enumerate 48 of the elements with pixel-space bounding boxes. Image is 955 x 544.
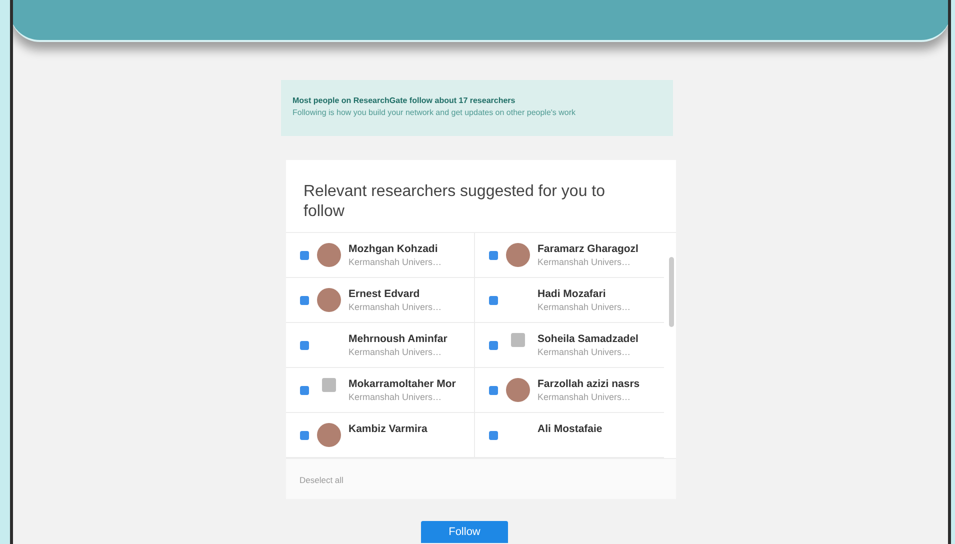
researcher-affiliation: Kermanshah Univers…	[538, 392, 632, 402]
researcher-item[interactable]: Ernest Edvard Kermanshah Univers…	[286, 278, 474, 324]
researcher-affiliation: Kermanshah Univers…	[538, 257, 632, 268]
avatar-placeholder	[316, 243, 340, 268]
researcher-affiliation: Kermanshah Univers…	[538, 347, 632, 358]
scrollbar[interactable]	[668, 257, 674, 328]
checkbox[interactable]	[300, 431, 308, 440]
researcher-affiliation: Kermanshah Univers…	[348, 257, 442, 268]
researcher-item[interactable]: Soheila Samadzadel Kermanshah Univers…	[474, 323, 664, 368]
checkbox[interactable]	[300, 386, 308, 396]
avatar-placeholder	[316, 288, 340, 312]
researcher-affiliation: Kermanshah Univers…	[348, 392, 443, 402]
avatar-placeholder	[506, 378, 530, 402]
card-title: Relevant researchers suggested for you to follow	[302, 182, 606, 222]
checkbox[interactable]	[488, 296, 498, 306]
avatar-placeholder	[316, 423, 340, 448]
checkbox[interactable]	[300, 296, 308, 306]
researcher-item[interactable]: Faramarz Gharagozl Kermanshah Univers…	[474, 233, 664, 278]
avatar-placeholder	[506, 243, 530, 268]
researcher-affiliation: Kermanshah Univers…	[538, 302, 631, 312]
researcher-name[interactable]: Mehrnoush Aminfar	[348, 333, 448, 346]
researcher-affiliation: Kermanshah Univers…	[348, 347, 443, 358]
checkbox[interactable]	[488, 251, 498, 260]
notice-title: Most people on ResearchGate follow about 17 researchers	[292, 96, 516, 105]
checkbox[interactable]	[300, 341, 308, 350]
researcher-name[interactable]: Mokarramoltaher Mor	[348, 378, 456, 390]
checkbox[interactable]	[488, 341, 498, 350]
researcher-name[interactable]: Kambiz Varmira	[348, 423, 428, 436]
follow-button[interactable]: Follow	[420, 521, 508, 544]
notice-text: Following is how you build your network and get updates on other people's work	[292, 108, 577, 118]
researcher-name[interactable]: Farzollah azizi nasrs	[538, 378, 640, 390]
checkbox[interactable]	[488, 431, 498, 440]
researcher-affiliation: Kermanshah Univers…	[348, 302, 442, 312]
avatar-icon	[322, 378, 336, 392]
researcher-item[interactable]: Mehrnoush Aminfar Kermanshah Univers…	[286, 323, 474, 368]
researcher-item[interactable]: Hadi Mozafari Kermanshah Univers…	[474, 278, 664, 324]
researcher-name[interactable]: Ali Mostafaie	[538, 423, 602, 436]
researcher-name[interactable]: Faramarz Gharagozl	[538, 243, 638, 256]
researcher-name[interactable]: Hadi Mozafari	[538, 288, 631, 300]
researcher-name[interactable]: Mozhgan Kohzadi	[348, 243, 442, 256]
researcher-item[interactable]: Mozhgan Kohzadi Kermanshah Univers…	[286, 233, 474, 278]
checkbox[interactable]	[300, 251, 308, 260]
checkbox[interactable]	[488, 386, 498, 396]
researcher-name[interactable]: Soheila Samadzadel	[538, 333, 638, 346]
researcher-name[interactable]: Ernest Edvard	[348, 288, 442, 300]
researcher-item[interactable]: Farzollah azizi nasrs Kermanshah Univers…	[474, 368, 664, 414]
researcher-item[interactable]: Mokarramoltaher Mor Kermanshah Univers…	[286, 368, 474, 414]
avatar-icon	[510, 333, 524, 348]
